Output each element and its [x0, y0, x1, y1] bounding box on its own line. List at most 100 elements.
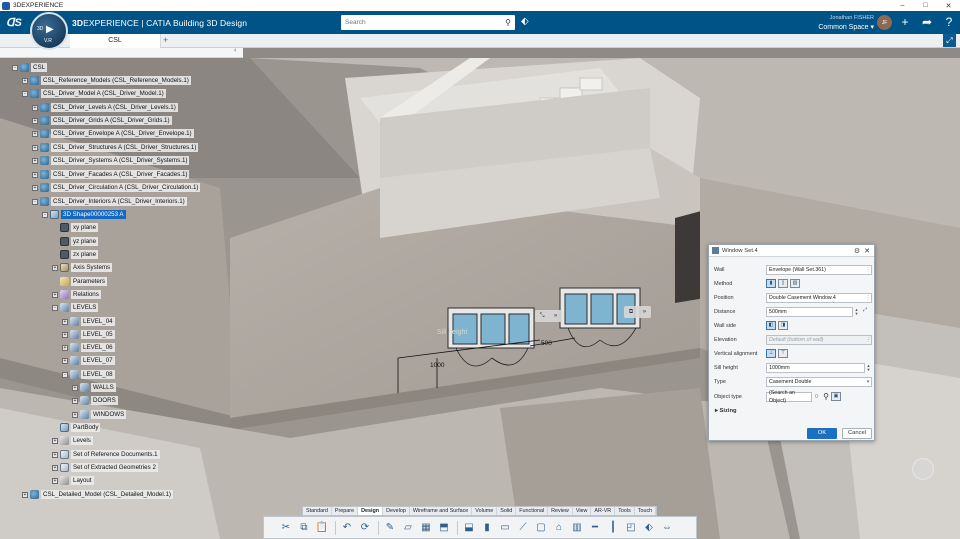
more-icon[interactable]: » — [554, 313, 557, 319]
more-icon[interactable]: » — [643, 309, 646, 315]
tag-icon[interactable]: ⬖ — [521, 16, 529, 27]
section-tab[interactable]: Prepare — [332, 507, 359, 515]
section-tab[interactable]: Standard — [303, 507, 332, 515]
navigation-widget[interactable] — [912, 458, 934, 480]
tree-node[interactable]: + CSL_Driver_Envelope A (CSL_Driver_Envel… — [32, 128, 194, 139]
tree-node[interactable]: + CSL_Reference_Models (CSL_Reference_Mod… — [22, 75, 191, 86]
tree-node[interactable]: + DOORS — [72, 395, 118, 406]
context-toolbar-left[interactable]: ⤡» — [535, 310, 562, 322]
tree-node[interactable]: + LEVEL_04 — [62, 316, 115, 327]
expand-toggle-icon[interactable]: + — [32, 130, 38, 137]
expand-toggle-icon[interactable]: + — [32, 104, 38, 111]
tree-node[interactable]: + LEVEL_06 — [62, 342, 115, 353]
sill-height-field[interactable]: 1000mm — [766, 362, 865, 373]
tree-node[interactable]: + Relations — [52, 289, 101, 300]
expand-toggle-icon[interactable]: + — [62, 344, 68, 351]
align-top-icon[interactable]: ⊤ — [778, 349, 788, 358]
tree-node[interactable]: xy plane — [52, 222, 99, 233]
tag-icon[interactable]: ⬖ — [641, 520, 657, 536]
expand-toggle-icon[interactable]: + — [32, 117, 38, 124]
more-options-icon[interactable]: ⋮ — [865, 294, 871, 302]
slab-icon[interactable]: ▭ — [497, 520, 513, 536]
search-input[interactable] — [341, 19, 501, 26]
section-tab[interactable]: Solid — [497, 507, 517, 515]
expand-toggle-icon[interactable]: + — [52, 451, 58, 458]
object-type-field[interactable]: (Search an Object) — [766, 390, 812, 404]
distance-stepper[interactable]: ▲ ▼ — [853, 307, 860, 316]
beam-icon[interactable]: ━ — [587, 520, 603, 536]
search-icon[interactable]: ⚲ — [821, 392, 831, 401]
expand-toggle-icon[interactable]: - — [12, 64, 18, 71]
expand-toggle-icon[interactable]: + — [52, 437, 58, 444]
tree-node[interactable]: - LEVEL_08 — [62, 369, 115, 380]
expand-toggle-icon[interactable]: + — [32, 144, 38, 151]
copy-icon[interactable]: ⧉ — [296, 520, 312, 536]
wall-field[interactable]: Envelope (Wall Set.361) ⋮ — [766, 264, 872, 275]
tree-node[interactable]: + Set of Extracted Geometries 2 — [52, 462, 158, 473]
more-options-icon[interactable]: ⋮ — [865, 336, 871, 344]
expand-toggle-icon[interactable]: + — [62, 318, 68, 325]
type-select[interactable]: Casement Double ▾ — [766, 376, 872, 387]
expand-toggle-icon[interactable]: + — [32, 171, 38, 178]
method-single-icon[interactable]: ▮ — [766, 279, 776, 288]
tree-node[interactable]: + LEVEL_07 — [62, 355, 115, 366]
tree-node[interactable]: + CSL_Driver_Circulation A (CSL_Driver_Ci… — [32, 182, 201, 193]
tree-node[interactable]: + CSL_Driver_Structures A (CSL_Driver_Str… — [32, 142, 199, 153]
maximize-icon[interactable]: □ — [914, 2, 937, 10]
ok-button[interactable]: OK — [807, 428, 837, 439]
sketch-icon[interactable]: ✎ — [382, 520, 398, 536]
update-icon[interactable]: ⟳ — [357, 520, 373, 536]
opening-icon[interactable]: ▢ — [533, 520, 549, 536]
section-tab[interactable]: Develop — [383, 507, 410, 515]
tree-node[interactable]: Parameters — [52, 276, 107, 287]
tab-csl[interactable]: CSL — [70, 34, 161, 48]
expand-toggle-icon[interactable]: - — [52, 304, 58, 311]
tree-node[interactable]: + WALLS — [72, 382, 116, 393]
tree-node[interactable]: - CSL_Driver_Interiors A (CSL_Driver_Inte… — [32, 196, 187, 207]
tree-node[interactable]: + CSL_Driver_Systems A (CSL_Driver_System… — [32, 155, 190, 166]
elevation-field[interactable]: Default (bottom of wall) ⋮ — [766, 334, 872, 345]
expand-toggle-icon[interactable]: - — [22, 90, 28, 97]
expand-toggle-icon[interactable]: + — [22, 77, 28, 84]
expand-toggle-icon[interactable]: - — [42, 211, 48, 218]
tree-node[interactable]: - CSL_Driver_Model A (CSL_Driver_Model.1) — [22, 88, 166, 99]
extrude-icon[interactable]: ⬒ — [436, 520, 452, 536]
ds-logo-icon[interactable]: ᗡS — [6, 16, 28, 29]
section-tab[interactable]: Review — [548, 507, 573, 515]
tree-node[interactable]: - 3D Shape00000253 A — [42, 209, 126, 220]
wall-side-left-icon[interactable]: ◧ — [766, 321, 776, 330]
expand-toggle-icon[interactable]: + — [52, 264, 58, 271]
collapse-panel-icon[interactable]: ‹ — [234, 47, 236, 54]
column-icon[interactable]: ┃ — [605, 520, 621, 536]
expand-toggle-icon[interactable]: - — [62, 371, 68, 378]
tree-node[interactable]: zx plane — [52, 249, 99, 260]
expand-toggle-icon[interactable]: + — [72, 384, 78, 391]
add-icon[interactable]: + — [898, 15, 912, 29]
undo-icon[interactable]: ↶ — [339, 520, 355, 536]
search-icon[interactable]: ⚲ — [501, 18, 515, 27]
cut-icon[interactable]: ✂ — [278, 520, 294, 536]
measure-icon[interactable]: ⇔ — [659, 520, 675, 536]
section-tab[interactable]: AR-VR — [591, 507, 616, 515]
section-tab[interactable]: Functional — [516, 507, 549, 515]
wall-side-right-icon[interactable]: ◨ — [778, 321, 788, 330]
tree-node[interactable]: yz plane — [52, 236, 99, 247]
dimension-sill-height[interactable]: 1000 — [430, 362, 444, 369]
expand-toggle-icon[interactable]: + — [72, 397, 78, 404]
tree-node[interactable]: + CSL_Driver_Levels A (CSL_Driver_Levels.… — [32, 102, 178, 113]
expand-toggle-icon[interactable]: + — [72, 411, 78, 418]
sill-height-stepper[interactable]: ▲ ▼ — [865, 363, 872, 372]
close-icon[interactable]: ✕ — [937, 2, 960, 10]
plane-icon[interactable]: ▱ — [400, 520, 416, 536]
method-array-icon[interactable]: ▯ — [778, 279, 788, 288]
section-tab[interactable]: Wireframe and Surface — [410, 507, 473, 515]
tree-node[interactable]: + Axis Systems — [52, 262, 113, 273]
sizing-section[interactable]: ▸ Sizing — [715, 408, 737, 414]
share-icon[interactable]: ➦ — [920, 15, 934, 29]
expand-toggle-icon[interactable]: + — [52, 464, 58, 471]
section-tab[interactable]: Touch — [635, 507, 657, 515]
pocket-icon[interactable]: ⬓ — [461, 520, 477, 536]
paste-icon[interactable]: 📋 — [314, 520, 330, 536]
avatar[interactable]: JF — [877, 15, 892, 30]
help-icon[interactable]: ? — [942, 15, 956, 29]
